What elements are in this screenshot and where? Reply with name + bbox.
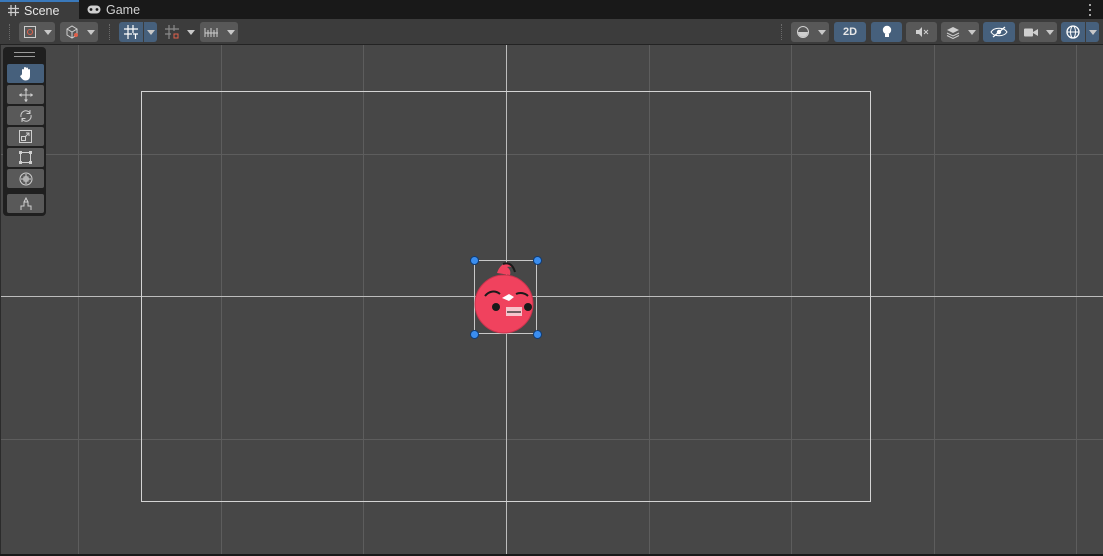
resize-handle-bottom-left[interactable] xyxy=(469,329,479,339)
render-mode-dropdown[interactable] xyxy=(60,22,98,42)
toolbar-grip xyxy=(9,24,11,40)
chevron-down-icon xyxy=(1043,22,1057,42)
chevron-down-icon xyxy=(965,22,979,42)
shaded-draw-icon xyxy=(19,22,41,42)
lightbulb-icon xyxy=(882,25,891,37)
eye-slash-icon xyxy=(990,26,1008,38)
chevron-down-icon xyxy=(184,22,198,42)
hand-icon xyxy=(19,67,30,81)
scene-toolbar: 2D xyxy=(0,19,1103,45)
grid-visibility-toggle[interactable] xyxy=(119,22,157,42)
camera-dropdown[interactable] xyxy=(1019,22,1057,42)
grid-toggle-icon xyxy=(119,22,143,42)
grid-hash-icon xyxy=(8,5,19,16)
rect-transform-icon xyxy=(19,151,32,164)
hidden-objects-toggle[interactable] xyxy=(983,22,1015,42)
scene-grid xyxy=(1,45,1103,554)
scale-icon xyxy=(19,130,32,143)
resize-handle-bottom-right[interactable] xyxy=(532,329,542,339)
palette-drag-handle[interactable] xyxy=(14,52,35,57)
tool-palette xyxy=(3,47,46,216)
scene-lighting-toggle[interactable] xyxy=(871,22,902,42)
grid-snap-icon xyxy=(160,22,184,42)
chevron-down-icon xyxy=(84,22,98,42)
resize-handle-top-right[interactable] xyxy=(532,255,542,265)
audio-toggle[interactable] xyxy=(906,22,937,42)
scene-viewport[interactable] xyxy=(0,45,1103,554)
shading-sphere-icon xyxy=(791,22,815,42)
ruler-snap-icon xyxy=(200,22,224,42)
rotate-icon xyxy=(19,109,32,122)
chevron-down-icon xyxy=(815,22,829,42)
bird-sprite[interactable] xyxy=(473,258,538,334)
rotate-tool-button[interactable] xyxy=(7,106,44,125)
scale-tool-button[interactable] xyxy=(7,127,44,146)
transform-tool-button[interactable] xyxy=(7,169,44,188)
layers-effects-icon xyxy=(941,22,965,42)
draw-mode-sphere-dropdown[interactable] xyxy=(791,22,829,42)
effects-dropdown[interactable] xyxy=(941,22,979,42)
window-tab-bar: Scene Game xyxy=(0,0,1103,19)
toolbar-grip xyxy=(109,24,111,40)
chevron-down-icon xyxy=(224,22,238,42)
increment-snapping-dropdown[interactable] xyxy=(200,22,238,42)
grid-snapping-toggle[interactable] xyxy=(160,22,198,42)
cube-icon xyxy=(60,22,84,42)
camera-icon xyxy=(1019,22,1043,42)
gizmo-globe-icon xyxy=(1061,22,1085,42)
muted-speaker-icon xyxy=(915,27,928,37)
more-options-icon[interactable] xyxy=(1085,2,1095,17)
mode-2d-label: 2D xyxy=(842,26,858,38)
tab-game-label: Game xyxy=(106,2,141,17)
tab-scene-label: Scene xyxy=(24,3,60,18)
move-tool-button[interactable] xyxy=(7,85,44,104)
hand-tool-button[interactable] xyxy=(7,64,44,83)
transform-icon xyxy=(19,172,32,185)
custom-tool-icon xyxy=(20,196,31,210)
tab-game[interactable]: Game xyxy=(79,0,149,19)
draw-mode-dropdown[interactable] xyxy=(19,22,55,42)
mode-2d-toggle[interactable]: 2D xyxy=(834,22,866,42)
toolbar-grip xyxy=(781,24,783,40)
resize-handle-top-left[interactable] xyxy=(469,255,479,265)
chevron-down-icon xyxy=(1085,22,1099,42)
move-arrows-icon xyxy=(18,87,33,102)
chevron-down-icon xyxy=(41,22,55,42)
rect-tool-button[interactable] xyxy=(7,148,44,167)
gizmos-dropdown[interactable] xyxy=(1061,22,1099,42)
custom-tool-button[interactable] xyxy=(7,194,44,213)
gamepad-icon xyxy=(87,5,101,14)
chevron-down-icon xyxy=(143,22,157,42)
tab-scene[interactable]: Scene xyxy=(0,0,79,19)
